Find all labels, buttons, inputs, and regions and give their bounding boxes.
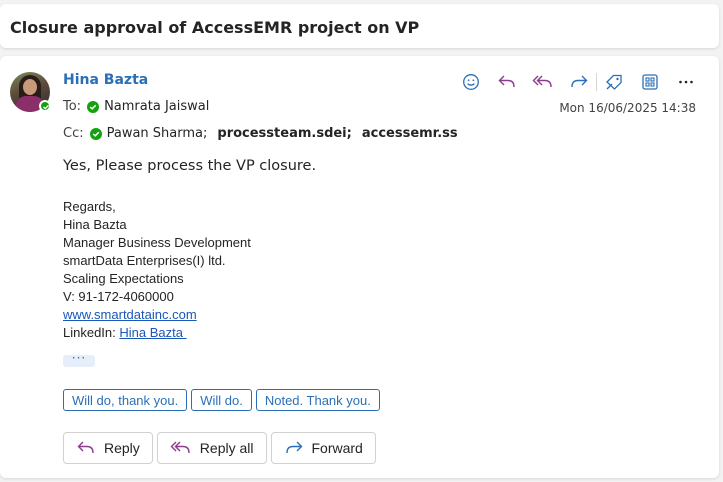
reply-button[interactable]: Reply: [63, 432, 153, 464]
website-link[interactable]: www.smartdatainc.com: [63, 307, 197, 322]
presence-available-icon: [87, 100, 100, 113]
cc-recipient[interactable]: Pawan Sharma;: [107, 126, 208, 141]
reply-icon: [77, 441, 94, 454]
message-toolbar: [458, 70, 709, 94]
quick-reply-button[interactable]: Will do.: [191, 389, 252, 411]
reply-all-label: Reply all: [199, 440, 254, 456]
signature-tagline: Scaling Expectations: [63, 271, 184, 286]
signature: Regards, Hina Bazta Manager Business Dev…: [63, 198, 251, 342]
smiley-icon[interactable]: [458, 70, 484, 94]
apps-icon[interactable]: [637, 70, 663, 94]
forward-label: Forward: [311, 440, 363, 456]
reply-actions: Reply Reply all Forward: [63, 432, 380, 464]
more-icon[interactable]: [673, 70, 699, 94]
sender-name[interactable]: Hina Bazta: [63, 72, 148, 88]
reply-all-icon[interactable]: [530, 70, 556, 94]
forward-icon[interactable]: [566, 70, 592, 94]
cc-recipient[interactable]: processteam.sdei;: [217, 126, 351, 141]
quick-reply-button[interactable]: Noted. Thank you.: [255, 389, 380, 411]
cc-row: Cc: Pawan Sharma; processteam.sdei; acce…: [63, 126, 458, 141]
signature-title: Manager Business Development: [63, 235, 251, 250]
to-recipient[interactable]: Namrata Jaiswal: [104, 99, 209, 114]
presence-available-icon: [39, 100, 51, 112]
signature-name: Hina Bazta: [63, 217, 127, 232]
to-label: To:: [63, 99, 82, 114]
signature-company: smartData Enterprises(I) ltd.: [63, 253, 226, 268]
linkedin-link[interactable]: Hina Bazta: [119, 325, 186, 340]
forward-button[interactable]: Forward: [270, 432, 376, 464]
reply-all-icon: [170, 441, 190, 454]
show-more-button[interactable]: ···: [63, 352, 95, 367]
quick-reply-button[interactable]: Will do, thank you.: [63, 389, 188, 411]
reply-label: Reply: [104, 440, 140, 456]
to-row: To: Namrata Jaiswal: [63, 99, 209, 114]
toolbar-divider: [596, 73, 597, 91]
cc-recipient[interactable]: accessemr.ss: [362, 126, 458, 141]
quick-replies: Will do, thank you. Will do. Noted. Than…: [63, 389, 384, 411]
message-card: Hina Bazta To: Namrata Jaiswal Cc: Pawan…: [0, 56, 719, 478]
message-body: Yes, Please process the VP closure.: [63, 158, 317, 174]
reply-icon[interactable]: [494, 70, 520, 94]
cc-label: Cc:: [63, 126, 84, 141]
sent-date: Mon 16/06/2025 14:38: [559, 101, 696, 115]
signature-regards: Regards,: [63, 199, 116, 214]
linkedin-label: LinkedIn:: [63, 325, 116, 340]
signature-phone: V: 91-172-4060000: [63, 289, 174, 304]
subject-bar: Closure approval of AccessEMR project on…: [0, 4, 719, 48]
forward-icon: [285, 441, 302, 454]
presence-available-icon: [89, 127, 102, 140]
reply-all-button[interactable]: Reply all: [156, 432, 267, 464]
email-subject: Closure approval of AccessEMR project on…: [10, 18, 420, 37]
tag-icon[interactable]: [601, 70, 627, 94]
